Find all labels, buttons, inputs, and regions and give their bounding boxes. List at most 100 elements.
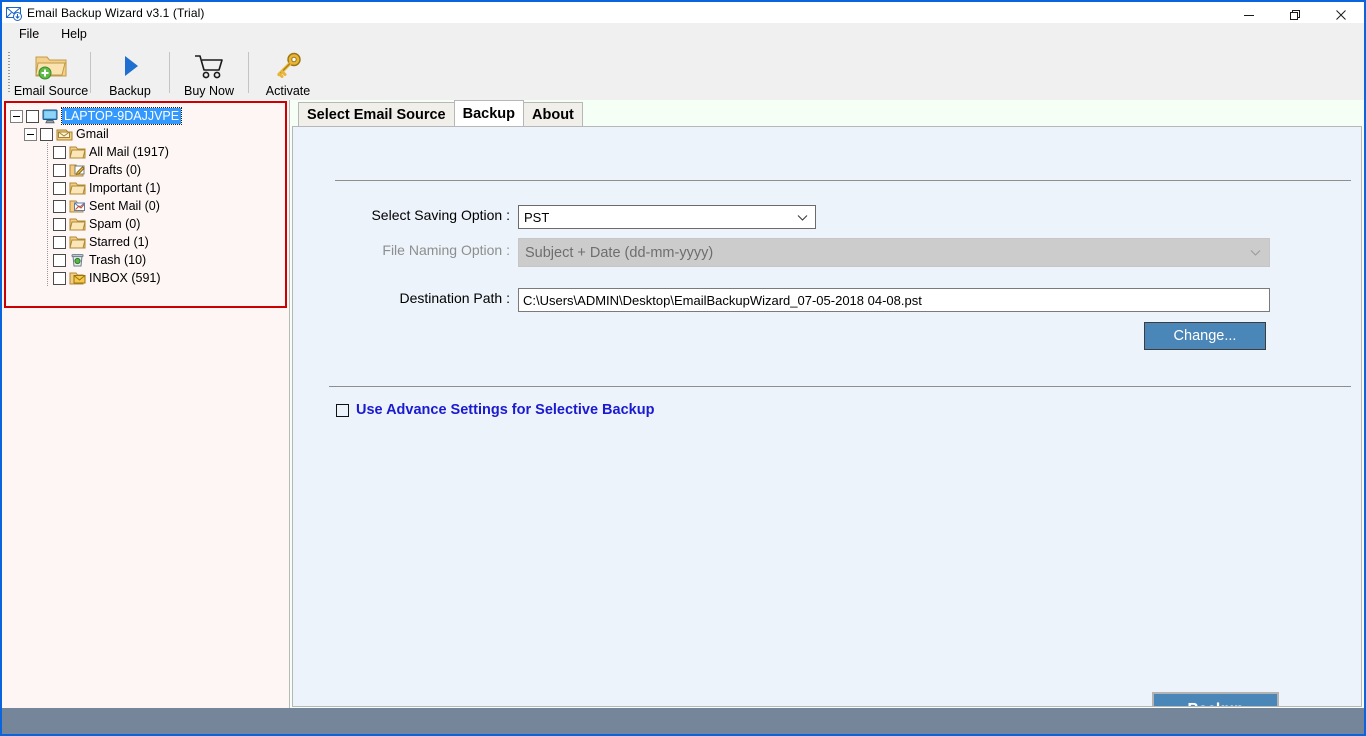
tree-line xyxy=(40,251,53,269)
advance-settings-row[interactable]: Use Advance Settings for Selective Backu… xyxy=(336,402,654,418)
tree-node-label: Drafts (0) xyxy=(89,163,142,177)
folder-icon xyxy=(68,234,86,250)
file-naming-select: Subject + Date (dd-mm-yyyy) xyxy=(518,238,1270,267)
trash-icon xyxy=(68,252,86,268)
advance-settings-checkbox[interactable] xyxy=(336,403,349,417)
folder-add-icon xyxy=(34,50,68,82)
envelope-download-icon xyxy=(6,5,22,21)
tree-node-account[interactable]: Gmail xyxy=(6,125,285,143)
tab-backup[interactable]: Backup xyxy=(453,100,525,126)
minimize-icon[interactable] xyxy=(1226,2,1272,28)
folder-icon xyxy=(68,144,86,160)
right-panel: Select Email Source Backup About Select … xyxy=(290,100,1364,708)
tree-node-label: Spam (0) xyxy=(89,217,141,231)
tree-checkbox[interactable] xyxy=(53,253,66,267)
menu-item-file[interactable]: File xyxy=(8,25,50,43)
tree-node-folder[interactable]: Important (1) xyxy=(6,179,285,197)
tree-node-folder[interactable]: Starred (1) xyxy=(6,233,285,251)
advance-settings-label: Use Advance Settings for Selective Backu… xyxy=(356,402,655,418)
tree-node-label: Starred (1) xyxy=(89,235,149,249)
window-title: Email Backup Wizard v3.1 (Trial) xyxy=(27,5,205,20)
tree-node-folder[interactable]: Spam (0) xyxy=(6,215,285,233)
chevron-down-icon[interactable] xyxy=(797,210,808,225)
toolbar-button-label: Activate xyxy=(265,84,311,98)
tree-node-folder[interactable]: Trash (10) xyxy=(6,251,285,269)
tree-line xyxy=(40,269,53,287)
divider-top xyxy=(335,180,1351,181)
file-naming-label-row: File Naming Option : xyxy=(338,242,510,258)
collapse-toggle-icon[interactable] xyxy=(24,127,37,141)
folder-icon xyxy=(68,216,86,232)
tree-checkbox[interactable] xyxy=(53,181,66,195)
tree-node-label: All Mail (1917) xyxy=(89,145,169,159)
tree-node-label: INBOX (591) xyxy=(89,271,161,285)
status-bar xyxy=(2,708,1364,734)
window-controls xyxy=(1226,2,1364,28)
divider-bottom xyxy=(329,386,1351,387)
toolbar-button-buy-now[interactable]: Buy Now xyxy=(170,45,248,100)
tree-checkbox[interactable] xyxy=(53,199,66,213)
tree-line xyxy=(40,161,53,179)
tree-line xyxy=(40,233,53,251)
tree-checkbox[interactable] xyxy=(53,271,66,285)
tab-about[interactable]: About xyxy=(523,102,583,126)
file-naming-value: Subject + Date (dd-mm-yyyy) xyxy=(525,244,714,261)
destination-path-value: C:\Users\ADMIN\Desktop\EmailBackupWizard… xyxy=(523,292,922,308)
tree-node-label: LAPTOP-9DAJJVPE xyxy=(60,107,183,125)
destination-path-input[interactable]: C:\Users\ADMIN\Desktop\EmailBackupWizard… xyxy=(518,288,1270,312)
file-naming-label: File Naming Option : xyxy=(382,242,510,258)
tree-node-folder[interactable]: INBOX (591) xyxy=(6,269,285,287)
toolbar-button-label: Backup xyxy=(109,84,151,98)
destination-path-label: Destination Path : xyxy=(399,290,510,306)
change-button[interactable]: Change... xyxy=(1144,322,1266,350)
tree-line xyxy=(40,143,53,161)
toolbar-button-email-source[interactable]: Email Source xyxy=(12,45,90,100)
backup-button[interactable]: Backup xyxy=(1152,692,1279,706)
folder-draft-icon xyxy=(68,162,86,178)
toolbar-button-label: Buy Now xyxy=(183,84,235,98)
toolbar-button-backup[interactable]: Backup xyxy=(91,45,169,100)
tree-checkbox[interactable] xyxy=(53,163,66,177)
toolbar-grip[interactable] xyxy=(5,45,12,100)
close-icon[interactable] xyxy=(1318,2,1364,28)
tree-line xyxy=(40,197,53,215)
application-window: Email Backup Wizard v3.1 (Trial) File He… xyxy=(2,2,1364,734)
tree-checkbox[interactable] xyxy=(40,127,53,141)
destination-path-label-row: Destination Path : xyxy=(338,290,510,306)
saving-option-value: PST xyxy=(524,209,550,225)
tree-checkbox[interactable] xyxy=(53,235,66,249)
toolbar-button-activate[interactable]: Activate xyxy=(249,45,327,100)
tree-node-label: Trash (10) xyxy=(89,253,147,267)
backup-tab-panel: Select Saving Option : PST File Naming O… xyxy=(292,126,1362,707)
folder-tree: LAPTOP-9DAJJVPE Gmail All Mail (1917) Dr… xyxy=(6,103,285,287)
tree-node-root[interactable]: LAPTOP-9DAJJVPE xyxy=(6,107,285,125)
computer-icon xyxy=(41,108,59,124)
key-icon xyxy=(273,50,303,82)
menu-item-help[interactable]: Help xyxy=(50,25,98,43)
collapse-toggle-icon[interactable] xyxy=(10,109,23,123)
tree-checkbox[interactable] xyxy=(53,217,66,231)
left-panel: LAPTOP-9DAJJVPE Gmail All Mail (1917) Dr… xyxy=(2,100,290,708)
mail-stack-icon xyxy=(55,126,73,142)
tree-node-folder[interactable]: All Mail (1917) xyxy=(6,143,285,161)
folder-inbox-icon xyxy=(68,270,86,286)
saving-option-label-row: Select Saving Option : xyxy=(338,207,510,223)
title-bar: Email Backup Wizard v3.1 (Trial) xyxy=(2,2,1364,23)
tree-node-label: Sent Mail (0) xyxy=(89,199,160,213)
tree-checkbox[interactable] xyxy=(53,145,66,159)
tree-node-folder[interactable]: Sent Mail (0) xyxy=(6,197,285,215)
tree-node-folder[interactable]: Drafts (0) xyxy=(6,161,285,179)
main-body: LAPTOP-9DAJJVPE Gmail All Mail (1917) Dr… xyxy=(2,100,1364,708)
tab-strip: Select Email Source Backup About xyxy=(292,100,1364,126)
menu-bar: File Help xyxy=(2,23,1364,45)
chevron-down-icon xyxy=(1250,245,1261,261)
tree-line xyxy=(40,215,53,233)
maximize-icon[interactable] xyxy=(1272,2,1318,28)
folder-sent-icon xyxy=(68,198,86,214)
play-triangle-icon xyxy=(116,50,144,82)
tree-checkbox[interactable] xyxy=(26,109,39,123)
tree-node-label: Gmail xyxy=(76,127,109,141)
saving-option-select[interactable]: PST xyxy=(518,205,816,229)
tab-select-email-source[interactable]: Select Email Source xyxy=(298,102,455,126)
toolbar: Email Source Backup Buy Now Activate xyxy=(2,45,1364,100)
